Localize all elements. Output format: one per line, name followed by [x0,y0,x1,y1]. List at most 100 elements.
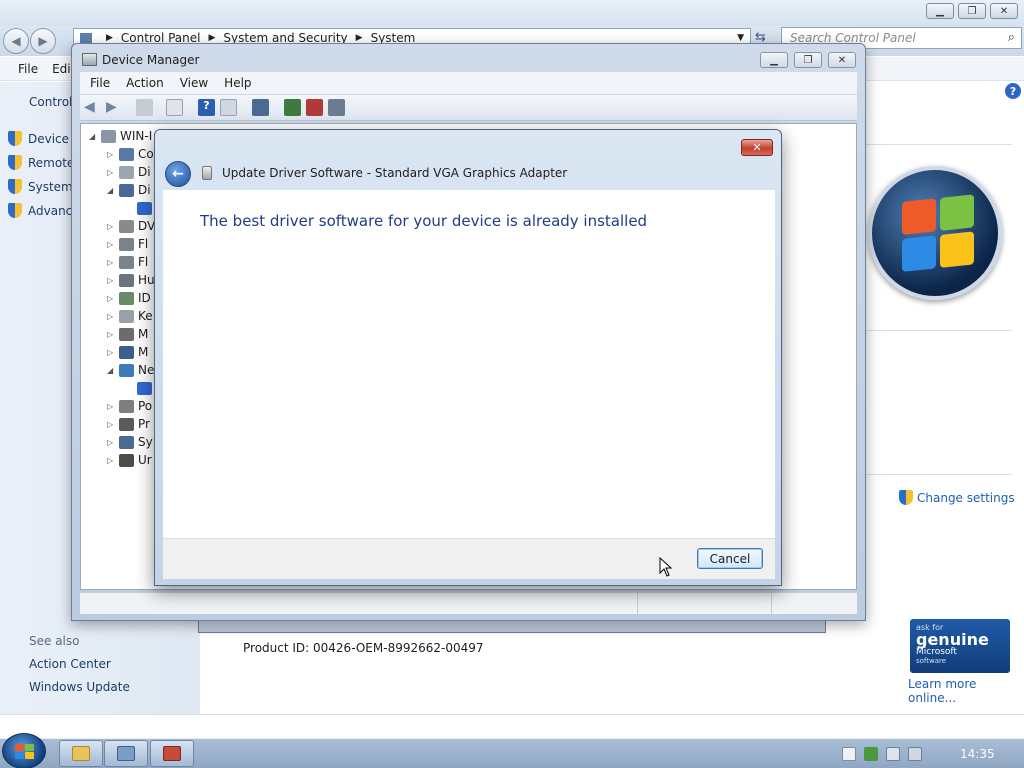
tree-category-item[interactable]: ▷ Ke [107,307,153,325]
dm-minimize-button[interactable]: ▁ [760,52,788,68]
cp-left-header[interactable]: Control [29,95,72,109]
tree-item-label: Ur [138,453,152,467]
back-button[interactable]: ◀ [3,28,29,54]
close-icon: ✕ [837,54,847,66]
toolbox-icon [163,746,181,761]
device-manager-icon [82,53,97,66]
tree-category-item[interactable]: ▷ Co [107,145,154,163]
tree-item-label: ID [138,291,151,305]
see-also-windows-update[interactable]: Windows Update [29,680,130,694]
scan-hardware-icon[interactable] [252,99,269,116]
dm-menu-file[interactable]: File [90,76,110,90]
expand-icon[interactable]: ▷ [107,312,115,321]
taskbar-toolbox-button[interactable] [150,740,194,767]
minimize-icon: ▁ [770,54,778,66]
forward-arrow-icon[interactable]: ▶ [106,99,123,116]
expand-icon[interactable]: ▷ [107,348,115,357]
tree-category-item[interactable]: ▷ Fl [107,253,148,271]
tree-category-item[interactable]: ▷ Ur [107,451,152,469]
dm-menu-help[interactable]: Help [224,76,251,90]
device-category-icon [119,345,134,359]
genuine-microsoft-badge[interactable]: ask for genuine Microsoft software [910,619,1010,673]
shield-icon [8,131,22,146]
dialog-back-button[interactable]: ← [165,161,191,187]
expand-icon[interactable]: ▷ [107,294,115,303]
dialog-close-button[interactable]: ✕ [741,139,773,156]
expand-icon[interactable]: ▷ [107,456,115,465]
notes-icon[interactable] [842,746,856,761]
forward-button[interactable]: ▶ [30,28,56,54]
chevron-down-icon[interactable]: ▼ [737,33,744,43]
back-arrow-icon[interactable]: ◀ [84,99,101,116]
tree-category-item[interactable]: ▷ Di [107,163,151,181]
cp-left-item-remote[interactable]: Remote [8,155,74,170]
tree-category-item[interactable]: ▷ Sy [107,433,153,451]
expand-icon[interactable]: ▷ [107,420,115,429]
uninstall-icon[interactable] [306,99,323,116]
tree-category-item[interactable]: ▷ M [107,325,148,343]
tree-category-item[interactable]: ▷ M [107,343,148,361]
action-center-flag-icon[interactable] [864,746,878,761]
expand-icon[interactable]: ▷ [107,438,115,447]
network-icon[interactable] [886,746,900,761]
see-also-action-center[interactable]: Action Center [29,657,111,671]
view-icon[interactable] [220,99,237,116]
start-button[interactable] [2,733,46,768]
search-icon[interactable]: ⌕ [1008,30,1015,45]
tree-category-item[interactable]: ▷ ID [107,289,151,307]
show-hide-tree-icon[interactable] [136,99,153,116]
dm-menu-action[interactable]: Action [126,76,164,90]
device-category-icon [119,309,134,323]
dialog-footer [163,538,775,579]
taskbar-explorer-button[interactable] [59,740,103,767]
tree-category-item[interactable]: ▷ Fl [107,235,148,253]
properties-icon[interactable] [166,99,183,116]
minimize-button[interactable]: ▁ [926,3,954,19]
help-icon[interactable]: ? [198,99,215,116]
expand-icon[interactable]: ▷ [107,222,115,231]
tree-category-item[interactable]: ◢ Di [107,181,151,199]
cancel-button[interactable]: Cancel [697,548,763,569]
tree-category-item[interactable]: ▷ Pr [107,415,150,433]
collapse-icon[interactable]: ◢ [89,132,97,141]
device-category-icon [119,219,134,233]
folder-icon [80,33,92,43]
tree-category-item[interactable]: ▷ DV [107,217,155,235]
expand-icon[interactable]: ▷ [107,258,115,267]
learn-more-link[interactable]: Learn more online... [908,677,1024,705]
expand-icon[interactable]: ▷ [107,168,115,177]
collapse-icon[interactable]: ◢ [107,366,115,375]
collapse-icon[interactable]: ◢ [107,186,115,195]
close-icon: ✕ [752,141,762,154]
restore-button[interactable]: ❐ [958,3,986,19]
tree-root[interactable]: ◢ WIN-I [89,127,152,145]
windows-logo [868,166,1002,300]
tree-category-item[interactable]: ◢ Ne [107,361,154,379]
expand-icon[interactable]: ▷ [107,150,115,159]
menu-file[interactable]: File [18,62,38,76]
expand-icon[interactable]: ▷ [107,240,115,249]
divider [0,714,1024,715]
enable-device-icon[interactable] [328,99,345,116]
update-driver-icon[interactable] [284,99,301,116]
dm-close-button[interactable]: ✕ [828,52,856,68]
clock[interactable]: 14:35 [960,747,995,761]
help-icon[interactable]: ? [1005,83,1021,99]
restore-icon: ❐ [803,54,813,66]
tree-category-item[interactable]: ▷ Hu [107,271,155,289]
cp-left-item-advanced[interactable]: Advance [8,203,80,218]
cp-left-item-system[interactable]: System [8,179,73,194]
close-button[interactable]: ✕ [990,3,1018,19]
tree-item-label: Ne [138,363,155,377]
expand-icon[interactable]: ▷ [107,330,115,339]
expand-icon[interactable]: ▷ [107,276,115,285]
volume-muted-icon[interactable] [908,746,922,761]
dm-restore-button[interactable]: ❐ [794,52,822,68]
system-window-edge [198,620,826,633]
expand-icon[interactable]: ▷ [107,402,115,411]
taskbar-control-panel-button[interactable] [104,740,148,767]
change-settings-link[interactable]: Change settings [899,490,1015,505]
device-category-icon [119,165,134,179]
dm-menu-view[interactable]: View [180,76,208,90]
tree-category-item[interactable]: ▷ Po [107,397,152,415]
